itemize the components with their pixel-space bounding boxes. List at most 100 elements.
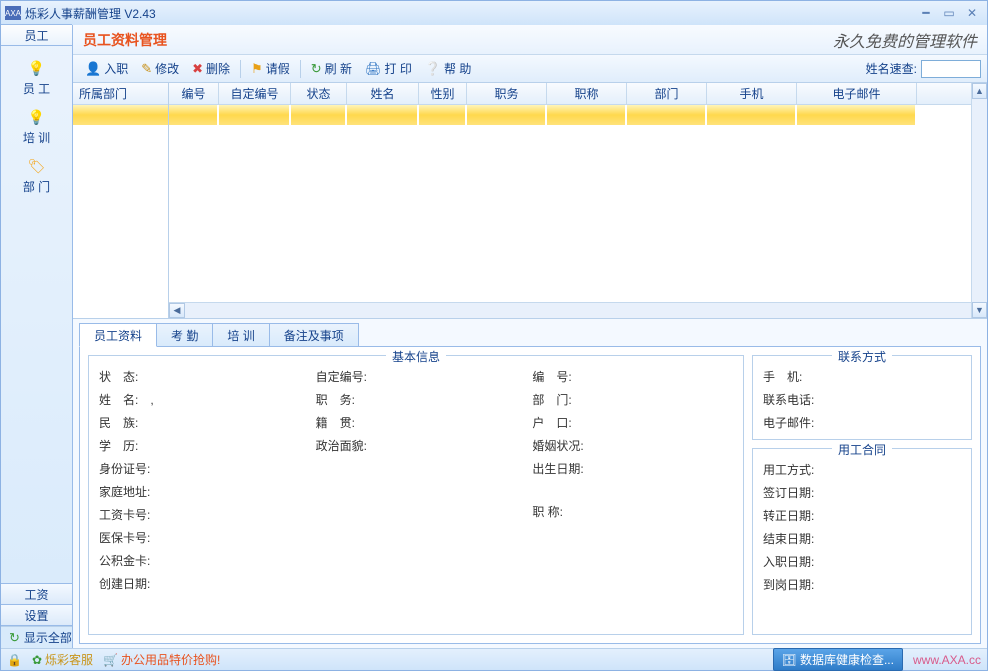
column-header[interactable]: 电子邮件	[797, 83, 917, 104]
show-all-button[interactable]: ↻ 显示全部	[1, 626, 72, 648]
field-label: 职 称:	[532, 503, 733, 520]
health-check-button[interactable]: 🗄 数据库健康检查...	[773, 648, 903, 671]
field-label: 自定编号:	[316, 368, 517, 385]
print-button[interactable]: 🖨打 印	[359, 58, 418, 79]
maximize-button[interactable]: ▭	[938, 5, 960, 21]
field-label: 姓 名: ,	[99, 391, 300, 408]
department-row[interactable]	[73, 105, 168, 125]
service-link[interactable]: ✿ 烁彩客服	[32, 651, 93, 668]
field-label: 出生日期:	[532, 460, 733, 477]
table-cell[interactable]	[627, 105, 705, 125]
left-sidebar: 员工 💡 员 工 💡 培 训 🏷 部 门 工资 设置 ↻ 显示全部	[1, 25, 73, 648]
promo-label: 办公用品特价抢购!	[121, 651, 220, 668]
horizontal-scrollbar[interactable]: ◀ ▶	[169, 302, 987, 318]
field-label: 职 务:	[316, 391, 517, 408]
minimize-button[interactable]: ━	[915, 5, 937, 21]
sidebar-tab-employee[interactable]: 员工	[1, 24, 72, 46]
field-label: 入职日期:	[763, 553, 961, 570]
sidebar-item-label: 培 训	[23, 129, 50, 146]
scroll-left-button[interactable]: ◀	[169, 303, 185, 318]
hire-button[interactable]: 👤入职	[79, 58, 134, 79]
table-cell[interactable]	[219, 105, 289, 125]
scroll-track[interactable]	[185, 303, 971, 318]
statusbar-right: 🗄 数据库健康检查... www.AXA.cc	[773, 648, 981, 671]
column-header[interactable]: 职称	[547, 83, 627, 104]
field-label: 家庭地址:	[99, 483, 300, 500]
scroll-up-button[interactable]: ▲	[972, 83, 987, 99]
help-button[interactable]: ❔帮 助	[419, 58, 478, 79]
field-label: 结束日期:	[763, 530, 961, 547]
tab-training[interactable]: 培 训	[212, 323, 269, 347]
basic-info-grid: 状 态:姓 名: ,民 族:学 历:身份证号:家庭地址:工资卡号:医保卡号:公积…	[99, 368, 733, 592]
separator	[240, 60, 241, 78]
table-cell[interactable]	[291, 105, 345, 125]
field-label: 工资卡号:	[99, 506, 300, 523]
fieldset-contract: 用工合同 用工方式:签订日期:转正日期:结束日期:入职日期:到岗日期:	[752, 448, 972, 635]
column-header[interactable]: 自定编号	[219, 83, 291, 104]
refresh-button[interactable]: ↻刷 新	[305, 58, 358, 79]
url-link[interactable]: www.AXA.cc	[913, 653, 981, 667]
tag-icon: 🏷	[28, 156, 46, 176]
database-icon: 🗄	[782, 653, 797, 667]
column-header[interactable]: 状态	[291, 83, 347, 104]
help-icon: ❔	[425, 61, 441, 77]
column-header[interactable]: 手机	[707, 83, 797, 104]
quick-search-label: 姓名速查:	[866, 60, 917, 77]
close-button[interactable]: ✕	[961, 5, 983, 21]
tab-attendance[interactable]: 考 勤	[156, 323, 213, 347]
sidebar-tab-settings[interactable]: 设置	[1, 604, 72, 626]
department-body	[73, 105, 168, 318]
table-cell[interactable]	[169, 105, 217, 125]
sidebar-item-department[interactable]: 🏷 部 门	[7, 152, 67, 199]
table-cell[interactable]	[707, 105, 795, 125]
flag-icon: ⚑	[251, 61, 263, 77]
field-label: 编 号:	[532, 368, 733, 385]
sidebar-item-training[interactable]: 💡 培 训	[7, 103, 67, 150]
column-header[interactable]: 编号	[169, 83, 219, 104]
edit-button[interactable]: ✎修改	[135, 58, 185, 79]
column-header[interactable]: 职务	[467, 83, 547, 104]
field-label: 用工方式:	[763, 461, 961, 478]
table-cell[interactable]	[347, 105, 417, 125]
leaf-icon: ✿	[32, 653, 42, 667]
column-header[interactable]: 性别	[419, 83, 467, 104]
detail-tabs: 员工资料 考 勤 培 训 备注及事项	[79, 323, 981, 347]
edit-icon: ✎	[141, 61, 152, 77]
slogan: 永久免费的管理软件	[833, 28, 977, 52]
field-label: 公积金卡:	[99, 552, 300, 569]
main-area: 员工 💡 员 工 💡 培 训 🏷 部 门 工资 设置 ↻ 显示全部	[1, 25, 987, 648]
vertical-scrollbar[interactable]: ▲ ▼	[971, 83, 987, 318]
bulb-icon: 💡	[28, 107, 46, 127]
quick-search-input[interactable]	[921, 60, 981, 78]
sidebar-item-label: 部 门	[23, 178, 50, 195]
tab-profile[interactable]: 员工资料	[79, 323, 157, 347]
quick-search: 姓名速查:	[866, 60, 981, 78]
scroll-down-button[interactable]: ▼	[972, 302, 987, 318]
table-cell[interactable]	[467, 105, 545, 125]
delete-button[interactable]: ✖删除	[186, 58, 236, 79]
table-row[interactable]	[169, 105, 987, 125]
column-header[interactable]: 姓名	[347, 83, 419, 104]
department-column: 所属部门	[73, 83, 169, 318]
app-icon: AXA	[5, 6, 21, 20]
field-label: 到岗日期:	[763, 576, 961, 593]
detail-body: 基本信息 状 态:姓 名: ,民 族:学 历:身份证号:家庭地址:工资卡号:医保…	[79, 346, 981, 644]
promo-link[interactable]: 🛒 办公用品特价抢购!	[103, 651, 220, 668]
field-label: 手 机:	[763, 368, 961, 385]
field-label: 身份证号:	[99, 460, 300, 477]
column-header[interactable]: 部门	[627, 83, 707, 104]
department-header[interactable]: 所属部门	[73, 83, 168, 105]
field-label: 联系电话:	[763, 391, 961, 408]
leave-button[interactable]: ⚑请假	[245, 58, 296, 79]
field-label: 户 口:	[532, 414, 733, 431]
table-cell[interactable]	[797, 105, 915, 125]
table-cell[interactable]	[547, 105, 625, 125]
grid-body	[169, 105, 987, 302]
field-label: 转正日期:	[763, 507, 961, 524]
person-add-icon: 👤	[85, 61, 101, 77]
field-label: 签订日期:	[763, 484, 961, 501]
table-cell[interactable]	[419, 105, 465, 125]
sidebar-item-employee[interactable]: 💡 员 工	[7, 54, 67, 101]
sidebar-tab-salary[interactable]: 工资	[1, 583, 72, 605]
tab-notes[interactable]: 备注及事项	[269, 323, 359, 347]
